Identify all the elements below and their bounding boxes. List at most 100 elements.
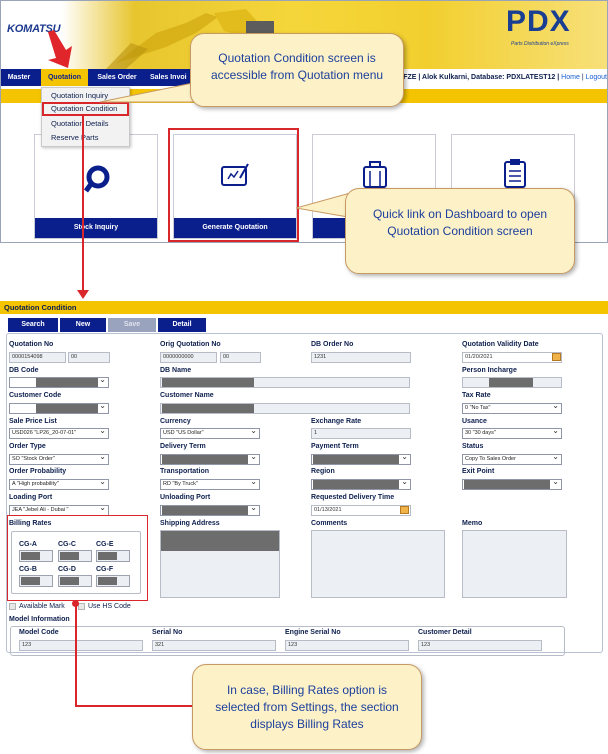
comments-label: Comments bbox=[311, 520, 348, 527]
redacted-value bbox=[464, 480, 550, 489]
screen-title: Quotation Condition bbox=[0, 301, 608, 314]
model-code-field[interactable]: 123 bbox=[19, 640, 143, 651]
customer-code-label: Customer Code bbox=[9, 392, 62, 399]
search-button[interactable]: Search bbox=[8, 318, 58, 332]
order-probability-select[interactable]: A "High probability" bbox=[9, 479, 109, 490]
cg-a-field[interactable] bbox=[19, 550, 53, 562]
callout-pointer bbox=[100, 81, 199, 103]
cg-e-label: CG-E bbox=[96, 541, 114, 548]
redacted-value bbox=[313, 480, 399, 489]
home-link[interactable]: Home bbox=[561, 74, 580, 81]
person-incharge-label: Person Incharge bbox=[462, 367, 517, 374]
pdx-brand: PDX bbox=[506, 5, 571, 38]
use-hs-code-label: Use HS Code bbox=[88, 603, 131, 610]
tile-label: Stock Inquiry bbox=[35, 218, 157, 238]
available-mark-checkbox[interactable] bbox=[9, 603, 16, 610]
cg-f-field[interactable] bbox=[96, 575, 130, 587]
use-hs-code-checkbox[interactable] bbox=[78, 603, 85, 610]
model-code-label: Model Code bbox=[19, 629, 59, 636]
calendar-icon[interactable] bbox=[552, 353, 561, 361]
quotation-no-suffix-field[interactable]: 00 bbox=[68, 352, 110, 363]
highlight-box-generate-quotation bbox=[168, 128, 299, 242]
engine-serial-label: Engine Serial No bbox=[285, 629, 341, 636]
delivery-term-label: Delivery Term bbox=[160, 443, 206, 450]
tile-stock-inquiry[interactable]: Stock Inquiry bbox=[34, 134, 158, 239]
redacted-value bbox=[162, 506, 248, 515]
currency-select[interactable]: USD "US Dollar" bbox=[160, 428, 260, 439]
region-label: Region bbox=[311, 468, 335, 475]
calendar-icon[interactable] bbox=[400, 506, 409, 514]
redacted-value bbox=[162, 455, 248, 464]
model-info-label: Model Information bbox=[9, 616, 70, 623]
menu-quotation[interactable]: Quotation bbox=[41, 69, 88, 86]
transportation-select[interactable]: RD "By Truck" bbox=[160, 479, 260, 490]
quotation-no-label: Quotation No bbox=[9, 341, 54, 348]
memo-field[interactable] bbox=[462, 530, 567, 598]
status-label: Status bbox=[462, 443, 484, 450]
briefcase-icon bbox=[363, 161, 387, 188]
connector-line bbox=[75, 705, 198, 707]
exit-point-label: Exit Point bbox=[462, 468, 495, 475]
order-type-label: Order Type bbox=[9, 443, 46, 450]
payment-term-label: Payment Term bbox=[311, 443, 359, 450]
user-info: ST FZE | Alok Kulkarni, Database: PDXLAT… bbox=[388, 69, 607, 86]
connector-line bbox=[82, 116, 84, 292]
cg-e-field[interactable] bbox=[96, 550, 130, 562]
unloading-port-label: Unloading Port bbox=[160, 494, 211, 501]
detail-button[interactable]: Detail bbox=[158, 318, 206, 332]
requested-delivery-field[interactable]: 01/13/2021 bbox=[311, 505, 411, 516]
connector-line bbox=[75, 604, 77, 707]
tax-rate-label: Tax Rate bbox=[462, 392, 491, 399]
cg-b-field[interactable] bbox=[19, 575, 53, 587]
cg-d-field[interactable] bbox=[58, 575, 92, 587]
menu-item-reserve-parts[interactable]: Reserve Parts bbox=[42, 131, 129, 145]
loading-port-label: Loading Port bbox=[9, 494, 53, 501]
redacted-value bbox=[36, 404, 98, 413]
redacted-value bbox=[161, 531, 279, 551]
quotation-no-field[interactable]: 0000154098 bbox=[9, 352, 66, 363]
transportation-label: Transportation bbox=[160, 468, 210, 475]
engine-serial-field[interactable]: 123 bbox=[285, 640, 409, 651]
cg-d-label: CG-D bbox=[58, 566, 76, 573]
cg-c-label: CG-C bbox=[58, 541, 76, 548]
exchange-rate-field[interactable]: 1 bbox=[311, 428, 411, 439]
orig-quotation-suffix-field[interactable]: 00 bbox=[220, 352, 261, 363]
save-button[interactable]: Save bbox=[108, 318, 156, 332]
cg-c-field[interactable] bbox=[58, 550, 92, 562]
tax-rate-select[interactable]: 0 "No Tax" bbox=[462, 403, 562, 414]
db-order-no-field[interactable]: 1231 bbox=[311, 352, 411, 363]
connector-dot bbox=[72, 600, 79, 607]
db-code-label: DB Code bbox=[9, 367, 39, 374]
redacted-value bbox=[162, 404, 254, 413]
redacted-value bbox=[489, 378, 533, 387]
callout-billing-rates: In case, Billing Rates option is selecte… bbox=[192, 664, 422, 750]
new-button[interactable]: New bbox=[60, 318, 106, 332]
usance-select[interactable]: 30 "30 days" bbox=[462, 428, 562, 439]
cg-f-label: CG-F bbox=[96, 566, 114, 573]
orig-quotation-no-field[interactable]: 0000000000 bbox=[160, 352, 217, 363]
cg-a-label: CG-A bbox=[19, 541, 37, 548]
menu-item-quotation-details[interactable]: Quotation Details bbox=[42, 117, 129, 131]
sale-price-list-label: Sale Price List bbox=[9, 418, 57, 425]
status-select[interactable]: Copy To Sales Order bbox=[462, 454, 562, 465]
menu-master[interactable]: Master bbox=[1, 69, 37, 86]
currency-label: Currency bbox=[160, 418, 191, 425]
order-type-select[interactable]: SO "Stock Order" bbox=[9, 454, 109, 465]
serial-no-field[interactable]: 321 bbox=[152, 640, 276, 651]
serial-no-label: Serial No bbox=[152, 629, 183, 636]
validity-date-field[interactable]: 01/20/2021 bbox=[462, 352, 562, 363]
usance-label: Usance bbox=[462, 418, 487, 425]
order-probability-label: Order Probability bbox=[9, 468, 67, 475]
orig-quotation-no-label: Orig Quotation No bbox=[160, 341, 221, 348]
db-order-no-label: DB Order No bbox=[311, 341, 354, 348]
customer-detail-field[interactable]: 123 bbox=[418, 640, 542, 651]
customer-name-label: Customer Name bbox=[160, 392, 214, 399]
comments-field[interactable] bbox=[311, 530, 445, 598]
requested-delivery-label: Requested Delivery Time bbox=[311, 494, 395, 501]
logout-link[interactable]: Logout bbox=[586, 74, 607, 81]
db-name-label: DB Name bbox=[160, 367, 192, 374]
sale-price-list-select[interactable]: USD026 "LP26_20-07-01" bbox=[9, 428, 109, 439]
cg-b-label: CG-B bbox=[19, 566, 37, 573]
exchange-rate-label: Exchange Rate bbox=[311, 418, 362, 425]
shipping-address-label: Shipping Address bbox=[160, 520, 220, 527]
